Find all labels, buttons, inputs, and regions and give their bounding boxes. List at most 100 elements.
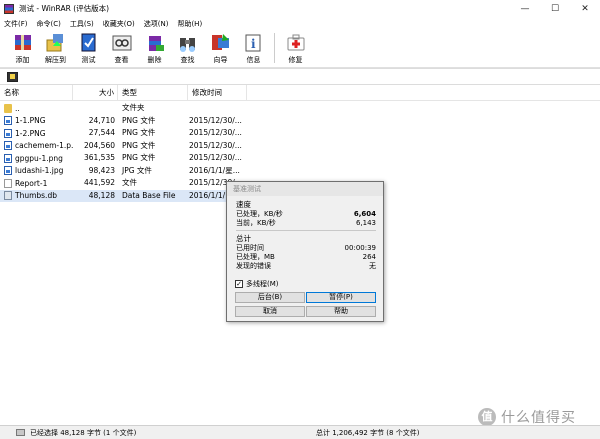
toolbar: 添加 解压到 测试 查看 删除 查找 向导 i 信息 修复 xyxy=(0,30,600,68)
file-size: 441,592 xyxy=(83,178,115,187)
extract-to-button[interactable]: 解压到 xyxy=(39,30,72,65)
test-icon xyxy=(81,33,95,52)
file-date: 2015/12/30/... xyxy=(189,115,242,125)
file-row[interactable]: 1-1.PNG 24,710 PNG 文件 2015/12/30/... xyxy=(0,115,600,127)
view-label: 查看 xyxy=(114,56,129,64)
file-date: 2015/12/30/... xyxy=(189,153,242,162)
help-button[interactable]: 帮助 xyxy=(306,306,376,317)
file-name: 1-1.PNG xyxy=(15,116,46,125)
processed-mb-value: 264 xyxy=(362,253,376,261)
winrar-app-icon xyxy=(4,3,14,14)
file-size: 204,560 xyxy=(83,140,115,150)
menu-favorites[interactable]: 收藏夹(O) xyxy=(103,19,135,29)
window-title: 测试 - WinRAR (评估版本) xyxy=(19,4,110,13)
wizard-label: 向导 xyxy=(213,56,228,64)
file-name: Thumbs.db xyxy=(15,191,57,200)
add-button[interactable]: 添加 xyxy=(6,30,39,65)
processed-value: 6,604 xyxy=(353,210,376,218)
file-size: 98,423 xyxy=(88,165,115,175)
file-size: 361,535 xyxy=(83,153,115,162)
column-name[interactable]: 名称 xyxy=(0,85,73,101)
up-folder-icon[interactable] xyxy=(7,71,18,82)
image-file-icon xyxy=(4,153,12,163)
wizard-button[interactable]: 向导 xyxy=(204,30,237,65)
file-row[interactable]: gpgpu-1.png 361,535 PNG 文件 2015/12/30/..… xyxy=(0,152,600,164)
menu-bar: 文件(F) 命令(C) 工具(S) 收藏夹(O) 选项(N) 帮助(H) xyxy=(0,17,600,30)
menu-options[interactable]: 选项(N) xyxy=(144,19,169,29)
repair-button[interactable]: 修复 xyxy=(279,30,312,65)
watermark-logo: 值 xyxy=(478,408,496,426)
repair-label: 修复 xyxy=(288,56,303,64)
file-icon xyxy=(4,178,12,188)
close-button[interactable]: ✕ xyxy=(570,0,600,17)
file-name: .. xyxy=(15,103,20,113)
status-bar: 已经选择 48,128 字节 (1 个文件) 总计 1,206,492 字节 (… xyxy=(0,425,600,439)
file-name: ludashi-1.jpg xyxy=(15,166,64,175)
folder-icon xyxy=(4,103,12,113)
add-label: 添加 xyxy=(15,56,30,64)
elapsed-value: 00:00:39 xyxy=(344,244,376,252)
find-icon xyxy=(179,38,195,52)
column-size[interactable]: 大小 xyxy=(73,85,118,101)
elapsed-label: 已用时间 xyxy=(236,244,264,252)
file-size: 48,128 xyxy=(73,189,118,202)
processed-label: 已处理，KB/秒 xyxy=(236,210,283,218)
title-bar: 测试 - WinRAR (评估版本) — ☐ ✕ xyxy=(0,0,600,17)
file-date: 2015/12/30/... xyxy=(189,140,242,150)
test-button[interactable]: 测试 xyxy=(72,30,105,65)
file-size: 24,710 xyxy=(88,115,115,125)
file-size: 27,544 xyxy=(88,128,115,137)
find-label: 查找 xyxy=(180,56,195,64)
repair-icon xyxy=(287,34,304,51)
background-button[interactable]: 后台(B) xyxy=(235,292,305,303)
file-type: JPG 文件 xyxy=(122,165,152,175)
info-label: 信息 xyxy=(246,56,261,64)
processed-mb-label: 已处理，MB xyxy=(236,253,275,261)
delete-icon xyxy=(148,36,164,51)
watermark-text: 什么值得买 xyxy=(501,410,576,426)
menu-commands[interactable]: 命令(C) xyxy=(37,19,61,29)
cancel-button[interactable]: 取消 xyxy=(235,306,305,317)
benchmark-dialog: 基准测试 速度 已处理，KB/秒 6,604 当前，KB/秒 6,143 总计 已用… xyxy=(226,181,384,322)
watermark: 值 什么值得买 xyxy=(478,407,576,427)
menu-help[interactable]: 帮助(H) xyxy=(177,19,202,29)
errors-value: 无 xyxy=(369,262,376,270)
file-name: Report-1 xyxy=(15,178,48,188)
file-row[interactable]: ludashi-1.jpg 98,423 JPG 文件 2016/1/1/星..… xyxy=(0,165,600,177)
current-label: 当前，KB/秒 xyxy=(236,219,276,227)
pause-button[interactable]: 暂停(P) xyxy=(306,292,376,303)
file-row[interactable]: 1-2.PNG 27,544 PNG 文件 2015/12/30/... xyxy=(0,127,600,139)
status-total: 总计 1,206,492 字节 (8 个文件) xyxy=(316,428,420,437)
file-type: PNG 文件 xyxy=(122,153,156,162)
info-button[interactable]: i 信息 xyxy=(237,30,270,65)
file-date xyxy=(188,102,243,114)
file-row[interactable]: .. 文件夹 xyxy=(0,102,600,114)
extract-icon xyxy=(46,34,63,52)
column-date[interactable]: 修改时间 xyxy=(188,85,247,101)
find-button[interactable]: 查找 xyxy=(171,30,204,65)
view-button[interactable]: 查看 xyxy=(105,30,138,65)
file-type: PNG 文件 xyxy=(122,140,156,150)
menu-tools[interactable]: 工具(S) xyxy=(70,19,94,29)
info-icon: i xyxy=(245,34,260,52)
file-name: cachemem-1.p... xyxy=(15,141,73,150)
minimize-button[interactable]: — xyxy=(510,0,540,17)
menu-file[interactable]: 文件(F) xyxy=(4,19,28,29)
database-file-icon xyxy=(4,191,12,200)
dialog-title: 基准测试 xyxy=(227,182,383,196)
delete-button[interactable]: 删除 xyxy=(138,30,171,65)
file-name: 1-2.PNG xyxy=(15,128,46,138)
toolbar-separator xyxy=(274,33,275,63)
column-type[interactable]: 类型 xyxy=(118,85,188,101)
file-type: Data Base File xyxy=(118,189,188,202)
image-file-icon xyxy=(4,128,12,138)
extract-to-label: 解压到 xyxy=(45,56,66,64)
view-icon xyxy=(112,35,131,51)
current-value: 6,143 xyxy=(355,219,376,227)
total-header: 总计 xyxy=(236,234,251,243)
multithread-checkbox[interactable]: ✓ 多线程(M) xyxy=(235,279,279,289)
maximize-button[interactable]: ☐ xyxy=(540,0,570,17)
file-type: PNG 文件 xyxy=(122,128,156,137)
file-row[interactable]: cachemem-1.p... 204,560 PNG 文件 2015/12/3… xyxy=(0,140,600,152)
window-controls: — ☐ ✕ xyxy=(510,0,600,17)
